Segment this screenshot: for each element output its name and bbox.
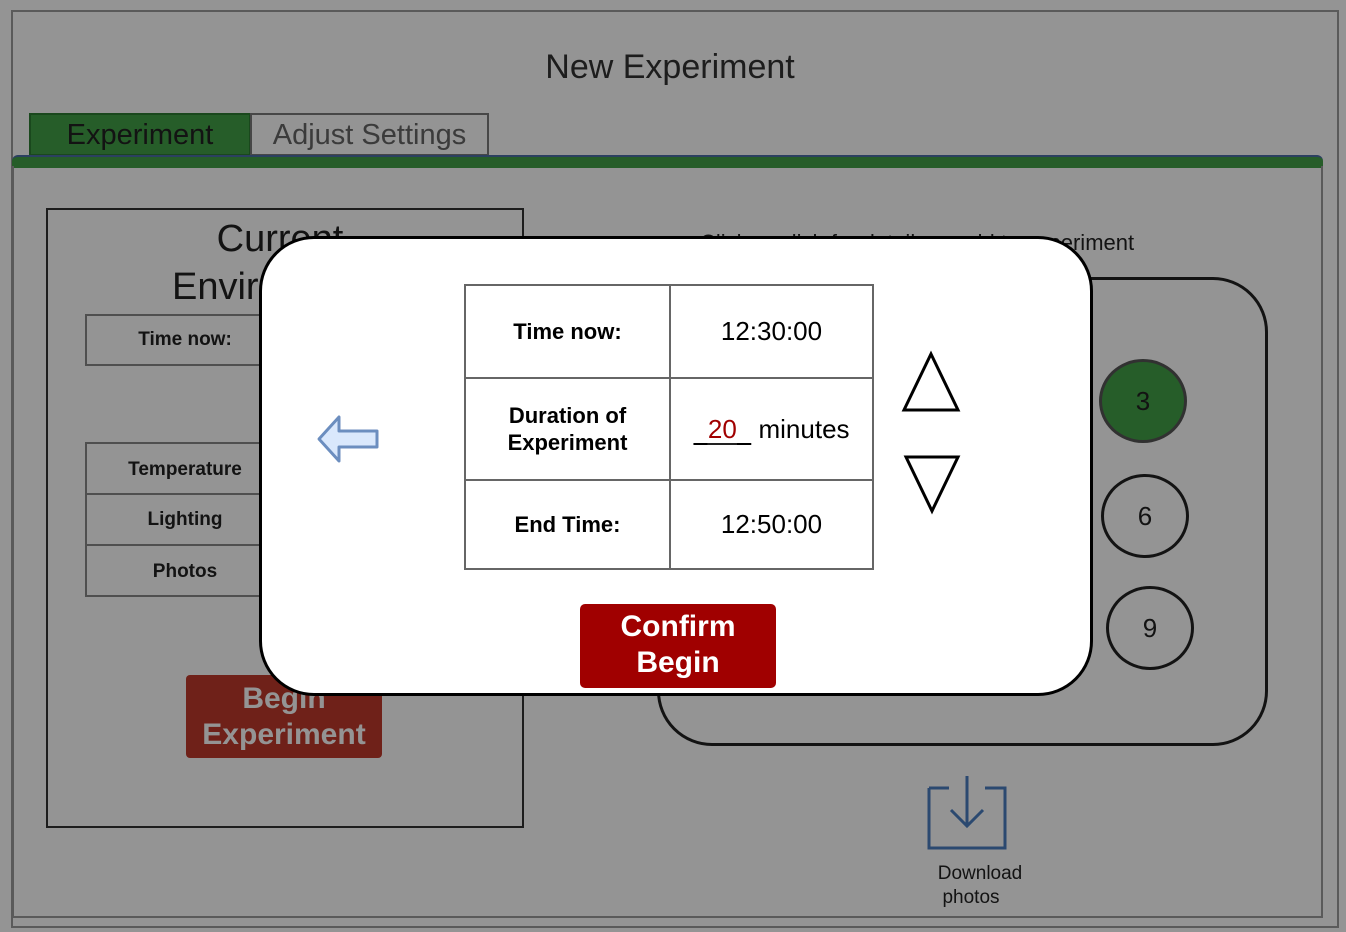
duration-value[interactable]: 20	[708, 414, 737, 444]
time-now-label: Time now:	[466, 286, 671, 379]
duration-label-line1: Duration of	[508, 403, 627, 428]
confirm-begin-label-line2: Begin	[636, 646, 720, 679]
time-now-value: 12:30:00	[671, 286, 872, 379]
duration-field[interactable]: 20 minutes	[693, 413, 850, 445]
duration-unit: minutes	[758, 413, 850, 444]
increase-duration-icon[interactable]	[900, 350, 962, 414]
confirm-begin-label-line1: Confirm	[620, 610, 736, 643]
end-time-label: End Time:	[466, 481, 671, 568]
back-arrow-icon[interactable]	[315, 413, 383, 465]
duration-label: Duration of Experiment	[466, 379, 671, 481]
app-screen: New Experiment Experiment Adjust Setting…	[0, 0, 1346, 932]
duration-cell: 20 minutes	[671, 379, 872, 481]
end-time-value: 12:50:00	[720, 509, 823, 539]
duration-label-line2: Experiment	[507, 430, 628, 455]
decrease-duration-icon[interactable]	[903, 453, 961, 515]
confirm-begin-button[interactable]: Confirm Begin	[580, 604, 776, 688]
experiment-summary-table: Time now: 12:30:00 Duration of Experimen…	[464, 284, 874, 570]
